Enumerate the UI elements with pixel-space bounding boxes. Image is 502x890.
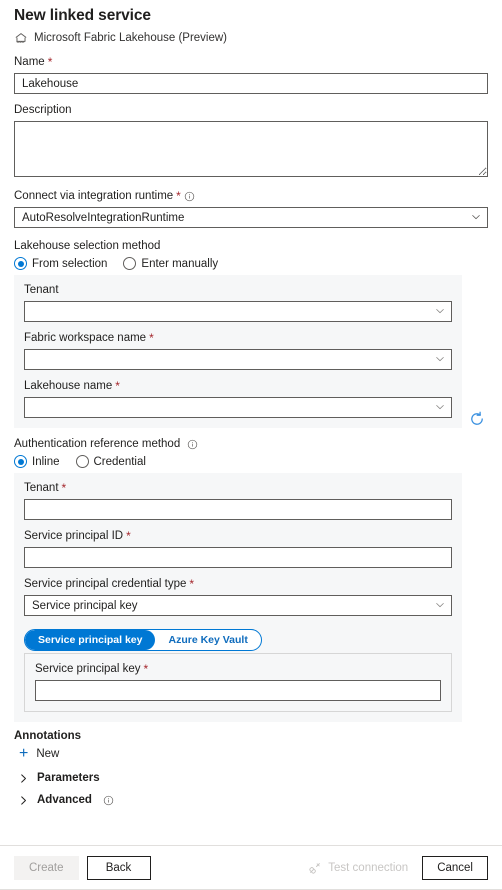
advanced-section-toggle[interactable]: Advanced — [19, 794, 488, 806]
tab-azure-key-vault[interactable]: Azure Key Vault — [155, 630, 260, 650]
radio-indicator — [123, 257, 137, 270]
cancel-button[interactable]: Cancel — [422, 855, 488, 880]
credential-source-tabs: Service principal key Azure Key Vault — [24, 629, 262, 651]
integration-runtime-label: Connect via integration runtime * — [14, 189, 488, 203]
radio-enter-manually[interactable]: Enter manually — [123, 257, 218, 270]
add-annotation-button[interactable]: + New — [19, 745, 488, 762]
service-principal-id-label: Service principal ID * — [24, 529, 131, 543]
auth-reference-method-group: Authentication reference method Inline C… — [14, 437, 488, 468]
fabric-workspace-select[interactable] — [24, 349, 452, 370]
name-label: Name * — [14, 55, 53, 69]
required-marker: * — [143, 662, 149, 676]
chevron-right-icon — [19, 795, 28, 806]
service-principal-id-field-group: Service principal ID * — [24, 529, 452, 568]
lakehouse-name-field-group: Lakehouse name * — [24, 379, 452, 418]
name-input[interactable] — [14, 73, 488, 94]
auth-reference-method-radios: Inline Credential — [14, 455, 488, 468]
tenant-select-wrap — [24, 301, 452, 322]
test-connection-button[interactable]: Test connection — [308, 861, 408, 875]
tab-service-principal-key[interactable]: Service principal key — [25, 630, 156, 650]
description-textarea[interactable] — [14, 121, 488, 177]
radio-from-selection[interactable]: From selection — [14, 257, 107, 270]
lakehouse-selection-panel: Tenant Fabric workspace name * Lakehouse… — [14, 275, 462, 428]
fabric-workspace-select-wrap — [24, 349, 452, 370]
integration-runtime-select[interactable] — [14, 207, 488, 228]
connector-name: Microsoft Fabric Lakehouse (Preview) — [34, 32, 228, 44]
name-field-group: Name * — [14, 55, 488, 94]
required-marker: * — [149, 331, 154, 345]
fabric-workspace-label: Fabric workspace name * — [24, 331, 154, 345]
lakehouse-selection-method-radios: From selection Enter manually — [14, 257, 488, 270]
info-icon[interactable] — [187, 439, 198, 450]
radio-inline[interactable]: Inline — [14, 455, 60, 468]
new-linked-service-panel: New linked service Microsoft Fabric Lake… — [0, 0, 502, 890]
test-connection-label: Test connection — [328, 861, 409, 874]
auth-tenant-input[interactable] — [24, 499, 452, 520]
info-icon[interactable] — [103, 795, 114, 806]
fabric-workspace-field-group: Fabric workspace name * — [24, 331, 452, 370]
annotations-title: Annotations — [14, 730, 82, 742]
info-icon[interactable] — [184, 191, 195, 202]
chevron-right-icon — [19, 773, 28, 784]
integration-runtime-select-wrap — [14, 207, 488, 228]
credential-type-label: Service principal credential type * — [24, 577, 195, 591]
auth-panel: Tenant * Service principal ID * Service … — [14, 473, 462, 722]
add-annotation-label: New — [36, 748, 60, 760]
integration-runtime-field-group: Connect via integration runtime * — [14, 189, 488, 228]
back-button[interactable]: Back — [86, 855, 151, 880]
service-principal-key-label: Service principal key * — [35, 662, 149, 676]
parameters-section-toggle[interactable]: Parameters — [19, 772, 488, 784]
form-scroll-area: New linked service Microsoft Fabric Lake… — [0, 0, 502, 845]
advanced-label: Advanced — [37, 794, 92, 806]
parameters-label: Parameters — [37, 772, 100, 784]
service-principal-key-box: Service principal key * — [24, 653, 452, 712]
lakehouse-name-select-wrap — [24, 397, 452, 418]
lakehouse-icon — [14, 31, 28, 45]
lakehouse-name-label: Lakehouse name * — [24, 379, 120, 393]
auth-tenant-label: Tenant * — [24, 481, 67, 495]
service-principal-key-input[interactable] — [35, 680, 441, 701]
tenant-label: Tenant — [24, 284, 59, 296]
description-label: Description — [14, 104, 72, 116]
required-marker: * — [126, 529, 131, 543]
plus-icon: + — [19, 745, 29, 762]
plug-disconnected-icon — [308, 861, 322, 875]
lakehouse-selection-method-group: Lakehouse selection method From selectio… — [14, 239, 488, 270]
required-marker: * — [176, 189, 181, 203]
action-bar: Create Back Test connection Cancel — [0, 845, 502, 890]
lakehouse-selection-method-label: Lakehouse selection method — [14, 240, 161, 252]
required-marker: * — [47, 55, 53, 69]
radio-credential[interactable]: Credential — [75, 455, 146, 468]
create-button[interactable]: Create — [14, 855, 79, 880]
auth-reference-method-label: Authentication reference method — [14, 437, 488, 451]
lakehouse-name-select[interactable] — [24, 397, 452, 418]
service-principal-id-input[interactable] — [24, 547, 452, 568]
refresh-icon[interactable] — [466, 408, 488, 430]
credential-type-select[interactable] — [24, 595, 452, 616]
tenant-select[interactable] — [24, 301, 452, 322]
radio-indicator — [75, 455, 89, 468]
required-marker: * — [189, 577, 195, 591]
description-field-group: Description — [14, 103, 488, 180]
credential-type-select-wrap — [24, 595, 452, 616]
page-title: New linked service — [14, 7, 151, 24]
credential-type-field-group: Service principal credential type * — [24, 577, 452, 616]
tenant-field-group: Tenant — [24, 283, 452, 322]
connector-subtitle: Microsoft Fabric Lakehouse (Preview) — [14, 31, 488, 45]
required-marker: * — [61, 481, 67, 495]
radio-indicator — [14, 257, 27, 270]
auth-tenant-field-group: Tenant * — [24, 481, 452, 520]
radio-indicator — [14, 455, 27, 468]
required-marker: * — [115, 379, 120, 393]
